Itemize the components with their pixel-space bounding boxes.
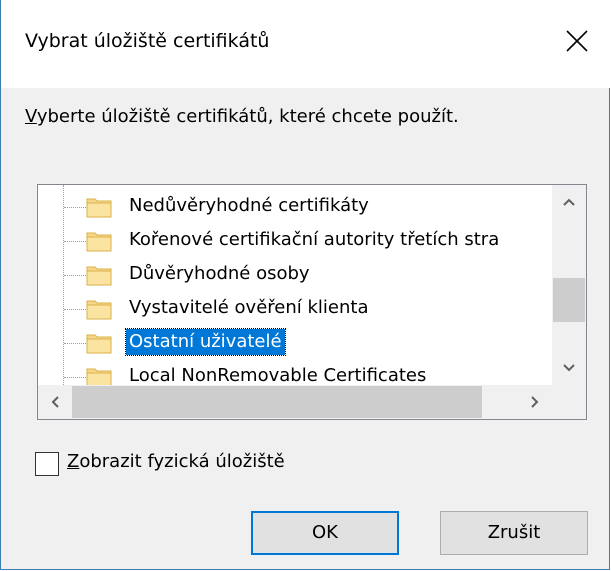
- tree-item-trusted-people[interactable]: Důvěryhodné osoby: [38, 258, 552, 292]
- folder-icon: [86, 232, 112, 252]
- tree-branch-line: [64, 275, 86, 276]
- tree-viewport: Nedůvěryhodné certifikáty Kořenové certi…: [38, 185, 552, 385]
- tree-branch-line: [64, 377, 86, 378]
- tree-item-label: Kořenové certifikační autority třetích s…: [129, 229, 500, 250]
- checkbox-access-key: Z: [67, 451, 80, 472]
- close-button[interactable]: [550, 12, 606, 72]
- folder-icon: [86, 334, 112, 354]
- show-physical-stores-checkbox[interactable]: [35, 452, 59, 476]
- tree-item-label-selected: Ostatní uživatelé: [125, 328, 286, 356]
- tree-branch-line: [64, 343, 86, 344]
- close-icon: [566, 30, 588, 52]
- instruction-access-key: V: [25, 106, 37, 127]
- chevron-up-icon: [563, 198, 575, 206]
- ok-button[interactable]: OK: [251, 511, 399, 555]
- instruction-text: Vyberte úložiště certifikátů, které chce…: [25, 106, 459, 127]
- chevron-right-icon: [531, 396, 539, 408]
- horizontal-scrollbar[interactable]: [38, 385, 552, 419]
- tree-item-untrusted-certificates[interactable]: Nedůvěryhodné certifikáty: [38, 190, 552, 224]
- select-certificate-store-dialog: Vybrat úložiště certifikátů Vyberte úlož…: [0, 0, 610, 570]
- folder-icon: [86, 266, 112, 286]
- scroll-right-button[interactable]: [518, 385, 552, 419]
- tree-item-label: Local NonRemovable Certificates: [129, 365, 427, 385]
- scrollbar-corner: [552, 385, 586, 419]
- title-bar: Vybrat úložiště certifikátů: [1, 0, 610, 88]
- scroll-up-button[interactable]: [552, 185, 586, 219]
- tree-branch-line: [64, 241, 86, 242]
- dialog-title: Vybrat úložiště certifikátů: [25, 30, 270, 52]
- show-physical-stores-label[interactable]: Zobrazit fyzická úložiště: [67, 451, 285, 472]
- vertical-scroll-thumb[interactable]: [553, 278, 585, 322]
- vertical-scrollbar[interactable]: [552, 185, 586, 385]
- scroll-down-button[interactable]: [552, 351, 586, 385]
- scroll-left-button[interactable]: [38, 385, 72, 419]
- checkbox-label-rest: obrazit fyzická úložiště: [79, 451, 285, 472]
- tree-item-client-auth-issuers[interactable]: Vystavitelé ověření klienta: [38, 292, 552, 326]
- horizontal-scroll-thumb[interactable]: [72, 386, 482, 418]
- instruction-text-rest: yberte úložiště certifikátů, které chcet…: [36, 106, 459, 127]
- tree-item-local-nonremovable[interactable]: Local NonRemovable Certificates: [38, 360, 552, 385]
- tree-item-other-people[interactable]: Ostatní uživatelé: [38, 326, 552, 360]
- cancel-button[interactable]: Zrušit: [440, 511, 588, 555]
- tree-item-label: Důvěryhodné osoby: [129, 263, 310, 284]
- folder-icon: [86, 198, 112, 218]
- chevron-left-icon: [51, 396, 59, 408]
- tree-branch-line: [64, 207, 86, 208]
- certificate-store-tree[interactable]: Nedůvěryhodné certifikáty Kořenové certi…: [37, 184, 587, 420]
- tree-item-third-party-root-ca[interactable]: Kořenové certifikační autority třetích s…: [38, 224, 552, 258]
- tree-branch-line: [64, 309, 86, 310]
- chevron-down-icon: [563, 364, 575, 372]
- tree-item-label: Vystavitelé ověření klienta: [129, 297, 369, 318]
- tree-item-label: Nedůvěryhodné certifikáty: [129, 195, 369, 216]
- folder-icon: [86, 368, 112, 385]
- folder-icon: [86, 300, 112, 320]
